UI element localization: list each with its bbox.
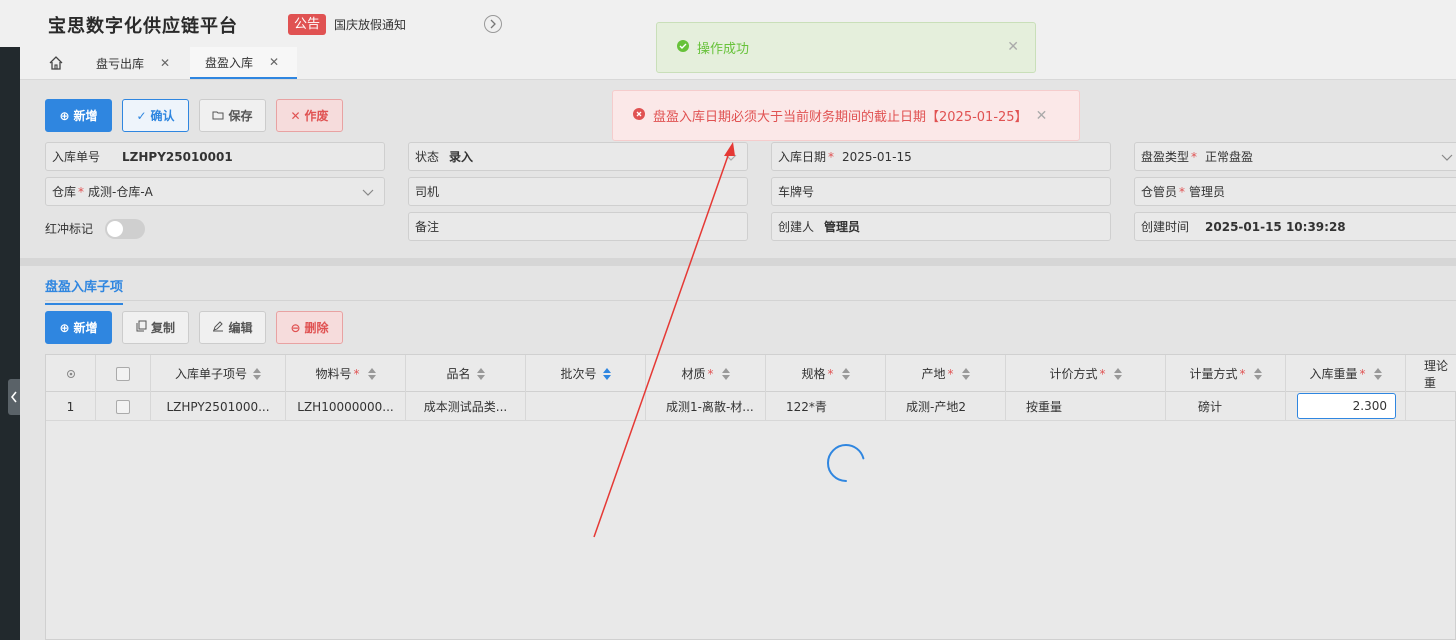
created-time-field: 创建时间 2025-01-15 10:39:28 <box>1134 212 1456 241</box>
col-weight[interactable]: 入库重量 * <box>1286 355 1406 392</box>
column-settings-icon[interactable] <box>46 355 96 392</box>
order-no-field: 入库单号 LZHPY25010001 <box>45 142 385 171</box>
col-texture[interactable]: 材质 * <box>646 355 766 392</box>
notice-badge: 公告 <box>288 14 327 35</box>
tab-label: 盘亏出库 <box>96 56 145 71</box>
col-sub-no[interactable]: 入库单子项号 <box>151 355 286 392</box>
brand-title: 宝思数字化供应链平台 <box>48 16 238 37</box>
items-table: 入库单子项号 物料号 * 品名 批次号 材质 * 规格 * 产地 * 计价方式 * 计量方… <box>45 354 1456 640</box>
col-origin[interactable]: 产地 * <box>886 355 1006 392</box>
cell-spec[interactable]: 122*青 <box>766 392 886 421</box>
close-icon[interactable]: ✕ <box>160 56 170 70</box>
plus-circle-icon: ⊕ <box>59 108 70 123</box>
cell-measure[interactable]: 磅计 <box>1166 392 1286 421</box>
cell-texture[interactable]: 成测1-离散-材... <box>646 392 766 421</box>
cell-theory-weight <box>1406 392 1456 421</box>
chevron-right-icon[interactable] <box>484 15 502 33</box>
cell-sub-no: LZHPY2501000... <box>151 392 286 421</box>
error-toast: 盘盈入库日期必须大于当前财务期间的截止日期【2025-01-25】 ✕ <box>612 90 1080 141</box>
plate-field[interactable]: 车牌号 <box>771 177 1111 206</box>
success-message: 操作成功 <box>697 42 750 57</box>
red-flag-label: 红冲标记 <box>45 222 94 236</box>
warehouse-select[interactable]: 仓库 * 成测-仓库-A <box>45 177 385 206</box>
weight-input[interactable]: 2.300 <box>1297 393 1396 419</box>
save-button[interactable]: 保存 <box>199 99 266 132</box>
col-measure[interactable]: 计量方式 * <box>1166 355 1286 392</box>
keeper-field[interactable]: 仓管员 * 管理员 <box>1134 177 1456 206</box>
copy-button[interactable]: 复制 <box>122 311 189 344</box>
edit-button[interactable]: 编辑 <box>199 311 266 344</box>
sidebar-toggle-icon[interactable] <box>8 379 20 415</box>
cell-batch[interactable] <box>526 392 646 421</box>
col-pricing[interactable]: 计价方式 * <box>1006 355 1166 392</box>
select-all-checkbox[interactable] <box>96 355 151 392</box>
creator-field: 创建人 管理员 <box>771 212 1111 241</box>
loading-spinner-icon <box>827 444 865 482</box>
cell-pricing[interactable]: 按重量 <box>1006 392 1166 421</box>
remark-field[interactable]: 备注 <box>408 212 748 241</box>
chevron-down-icon <box>362 186 374 200</box>
error-circle-icon <box>633 107 645 124</box>
col-theory-weight[interactable]: 理论重 <box>1406 355 1456 392</box>
driver-field[interactable]: 司机 <box>408 177 748 206</box>
close-icon[interactable]: ✕ <box>1036 108 1048 124</box>
col-material-no[interactable]: 物料号 * <box>286 355 406 392</box>
tab-label: 盘盈入库 <box>205 55 254 70</box>
add-item-button[interactable]: ⊕ 新增 <box>45 311 112 344</box>
row-index: 1 <box>46 392 96 421</box>
pencil-icon <box>212 320 224 335</box>
plus-circle-icon: ⊕ <box>59 320 70 335</box>
tab-inventory-gain[interactable]: 盘盈入库 ✕ <box>190 47 297 79</box>
tab-inventory-loss[interactable]: 盘亏出库 ✕ <box>96 47 170 79</box>
chevron-down-icon <box>725 151 737 165</box>
sidebar-collapsed <box>0 47 20 640</box>
col-spec[interactable]: 规格 * <box>766 355 886 392</box>
check-icon: ✓ <box>136 108 147 123</box>
gain-type-select[interactable]: 盘盈类型 * 正常盘盈 <box>1134 142 1456 171</box>
section-divider <box>20 258 1456 266</box>
check-circle-icon <box>677 39 689 56</box>
close-icon[interactable]: ✕ <box>1007 39 1019 55</box>
table-header: 入库单子项号 物料号 * 品名 批次号 材质 * 规格 * 产地 * 计价方式 * 计量方… <box>46 355 1456 392</box>
cell-material-no: LZH10000000... <box>286 392 406 421</box>
delete-button[interactable]: ⊖ 删除 <box>276 311 343 344</box>
cell-name: 成本测试品类... <box>406 392 526 421</box>
void-button[interactable]: ✕ 作废 <box>276 99 343 132</box>
subtab-underline <box>45 300 1456 301</box>
copy-icon <box>136 320 147 335</box>
col-name[interactable]: 品名 <box>406 355 526 392</box>
close-icon[interactable]: ✕ <box>269 55 279 69</box>
home-icon[interactable] <box>48 55 66 73</box>
minus-circle-icon: ⊖ <box>290 320 301 335</box>
add-button[interactable]: ⊕ 新增 <box>45 99 112 132</box>
col-batch[interactable]: 批次号 <box>526 355 646 392</box>
error-message: 盘盈入库日期必须大于当前财务期间的截止日期【2025-01-25】 <box>653 110 1028 125</box>
cell-origin[interactable]: 成测-产地2 <box>886 392 1006 421</box>
notice-link[interactable]: 国庆放假通知 <box>334 16 406 33</box>
success-toast: 操作成功 ✕ <box>656 22 1036 73</box>
chevron-down-icon <box>1441 151 1453 165</box>
row-checkbox[interactable] <box>96 392 151 421</box>
inbound-date-field[interactable]: 入库日期 * 2025-01-15 <box>771 142 1111 171</box>
confirm-button[interactable]: ✓ 确认 <box>122 99 189 132</box>
red-flag-toggle[interactable] <box>105 219 145 239</box>
close-icon: ✕ <box>290 108 301 123</box>
folder-icon <box>212 109 224 123</box>
table-row[interactable]: 1 LZHPY2501000... LZH10000000... 成本测试品类.… <box>46 392 1456 421</box>
status-field: 状态 录入 <box>408 142 748 171</box>
